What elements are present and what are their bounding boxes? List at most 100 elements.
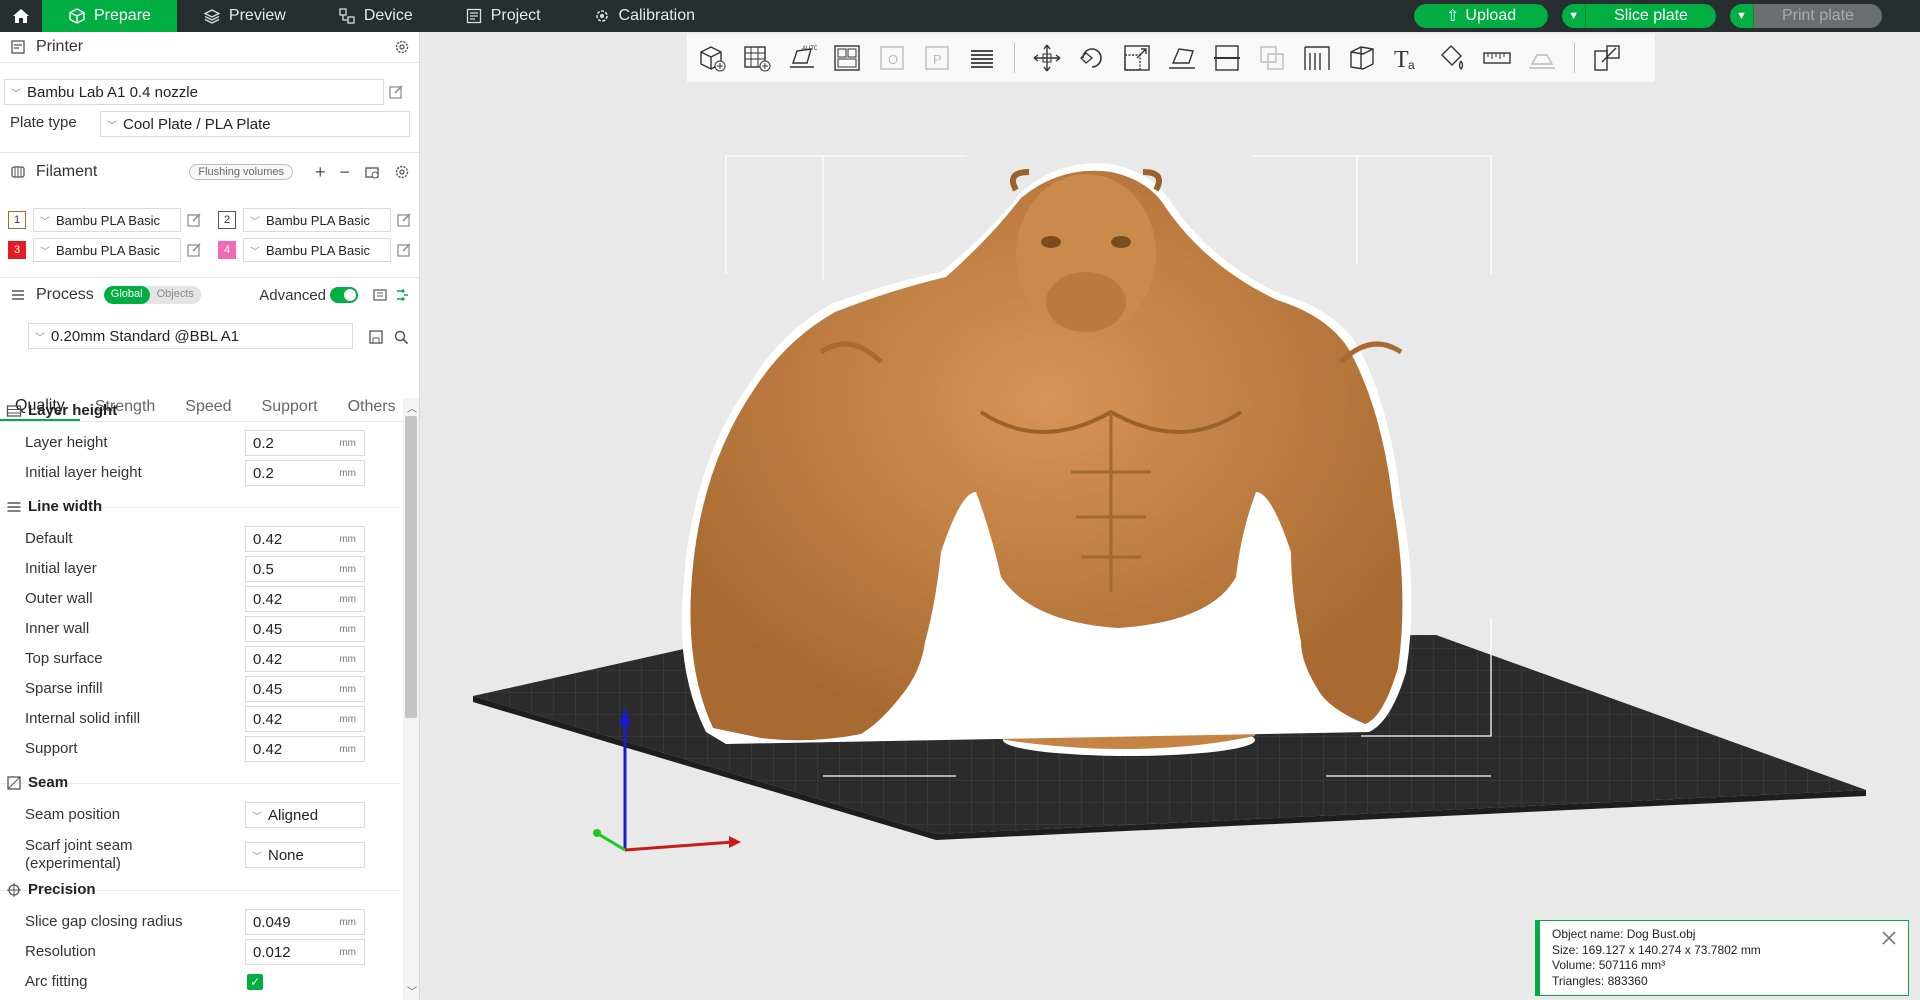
build-plate-scene[interactable] [421, 32, 1920, 1000]
sync-ams-icon[interactable] [364, 164, 380, 180]
project-icon [466, 8, 481, 24]
settings-panel: Printer ﹀ Bambu Lab A1 0.4 nozzle Plate … [0, 32, 420, 1000]
filament-color-badge-4[interactable]: 4 [218, 241, 236, 259]
plate-type-label: Plate type [10, 114, 77, 131]
chevron-down-icon: ﹀ [35, 332, 45, 344]
setting-label: (experimental) [25, 855, 121, 872]
setting-label: Seam position [25, 806, 121, 823]
object-name: Object name: Dog Bust.obj [1552, 927, 1696, 941]
support-width-input[interactable]: 0.42 mm [245, 736, 365, 762]
printer-preset-select[interactable]: ﹀ Bambu Lab A1 0.4 nozzle [4, 79, 384, 105]
tab-label: Preview [228, 7, 286, 24]
tune-icon[interactable] [394, 287, 410, 303]
layers-icon [203, 9, 221, 24]
home-button[interactable] [0, 0, 42, 32]
tab-preview[interactable]: Preview [177, 0, 312, 32]
chevron-down-icon[interactable]: ▼ [1729, 4, 1754, 28]
tab-calibration[interactable]: Calibration [567, 0, 721, 32]
group-seam[interactable]: Seam [6, 774, 68, 791]
tab-support[interactable]: Support [247, 392, 333, 421]
filament-select-4[interactable]: ﹀ Bambu PLA Basic [243, 238, 391, 262]
scarf-joint-select[interactable]: ﹀ None [245, 842, 365, 868]
initial-layer-height-input[interactable]: 0.2 mm [245, 460, 365, 486]
tab-others[interactable]: Others [333, 392, 411, 421]
settings-scrollbar[interactable]: ︿ ﹀ [403, 398, 419, 1000]
setting-label: Layer height [25, 434, 108, 451]
flushing-volumes-button[interactable]: Flushing volumes [189, 164, 293, 180]
3d-viewport[interactable]: AUTO O P Ta Object name: Dog Bust.obj Si… [421, 32, 1920, 1000]
tab-label: Calibration [618, 7, 696, 24]
sparse-infill-width-input[interactable]: 0.45 mm [245, 676, 365, 702]
filament-color-badge-2[interactable]: 2 [218, 211, 236, 229]
object-size: Size: 169.127 x 140.274 x 73.7802 mm [1552, 942, 1761, 957]
add-icon[interactable]: + [315, 162, 326, 183]
group-layer-height[interactable]: Layer height [6, 402, 117, 419]
outer-wall-width-input[interactable]: 0.42 mm [245, 586, 365, 612]
edit-icon[interactable] [396, 212, 412, 228]
setting-label: Slice gap closing radius [25, 913, 183, 930]
filament-color-badge-3[interactable]: 3 [8, 241, 26, 259]
search-icon[interactable] [393, 329, 409, 345]
plate-type-select[interactable]: ﹀ Cool Plate / PLA Plate [100, 111, 410, 137]
filament-icon [11, 166, 25, 178]
top-surface-width-input[interactable]: 0.42 mm [245, 646, 365, 672]
compare-icon[interactable] [372, 287, 388, 303]
gear-icon[interactable] [394, 164, 410, 180]
initial-layer-width-input[interactable]: 0.5 mm [245, 556, 365, 582]
upload-button[interactable]: ⇧ Upload [1414, 4, 1549, 28]
edit-icon[interactable] [186, 242, 202, 258]
chevron-down-icon: ﹀ [252, 811, 262, 823]
arc-fitting-checkbox[interactable]: ✓ [247, 974, 263, 990]
printer-preset-value: Bambu Lab A1 0.4 nozzle [27, 83, 198, 101]
process-preset-select[interactable]: ﹀ 0.20mm Standard @BBL A1 [28, 323, 353, 349]
slice-gap-closing-radius-input[interactable]: 0.049 mm [245, 909, 365, 935]
tab-prepare[interactable]: Prepare [42, 0, 177, 32]
print-plate-button[interactable]: ▼ Print plate [1729, 4, 1882, 28]
device-icon [339, 8, 355, 24]
advanced-toggle[interactable] [330, 287, 358, 303]
layer-height-input[interactable]: 0.2 mm [245, 430, 365, 456]
save-icon[interactable] [368, 329, 384, 345]
gear-icon[interactable] [394, 39, 410, 55]
inner-wall-width-input[interactable]: 0.45 mm [245, 616, 365, 642]
edit-icon[interactable] [186, 212, 202, 228]
filament-select-3[interactable]: ﹀ Bambu PLA Basic [33, 238, 181, 262]
tab-project[interactable]: Project [439, 0, 567, 32]
default-line-width-input[interactable]: 0.42 mm [245, 526, 365, 552]
setting-label: Initial layer height [25, 464, 142, 481]
filament-color-badge-1[interactable]: 1 [8, 211, 26, 229]
global-objects-toggle[interactable]: Global Objects [103, 286, 201, 304]
upload-label: Upload [1465, 7, 1517, 24]
chevron-down-icon: ﹀ [11, 88, 21, 100]
close-icon[interactable] [1878, 927, 1900, 949]
chevron-down-icon[interactable]: ▼ [1562, 4, 1587, 28]
scroll-up-icon[interactable]: ︿ [407, 400, 417, 415]
line-width-icon [7, 501, 21, 512]
group-line-width[interactable]: Line width [6, 498, 102, 515]
objects-option[interactable]: Objects [150, 286, 201, 304]
slice-plate-button[interactable]: ▼ Slice plate [1562, 4, 1716, 28]
setting-label: Inner wall [25, 620, 90, 637]
precision-icon [7, 882, 21, 897]
remove-icon[interactable]: − [339, 162, 350, 183]
internal-solid-infill-width-input[interactable]: 0.42 mm [245, 706, 365, 732]
tab-device[interactable]: Device [312, 0, 439, 32]
global-option[interactable]: Global [103, 286, 150, 304]
printer-title: Printer [36, 38, 84, 55]
tab-label: Device [363, 7, 413, 24]
resolution-input[interactable]: 0.012 mm [245, 939, 365, 965]
tab-speed[interactable]: Speed [170, 392, 246, 421]
setting-label: Initial layer [25, 560, 97, 577]
filament-select-2[interactable]: ﹀ Bambu PLA Basic [243, 208, 391, 232]
setting-label: Internal solid infill [25, 710, 141, 727]
scrollbar-thumb[interactable] [405, 416, 417, 718]
seam-position-select[interactable]: ﹀ Aligned [245, 802, 365, 828]
object-triangles: Triangles: 883360 [1552, 973, 1648, 988]
setting-label: Sparse infill [25, 680, 103, 697]
group-precision[interactable]: Precision [6, 881, 96, 898]
filament-select-1[interactable]: ﹀ Bambu PLA Basic [33, 208, 181, 232]
edit-icon[interactable] [396, 242, 412, 258]
scroll-down-icon[interactable]: ﹀ [407, 983, 417, 998]
edit-icon[interactable] [388, 84, 404, 100]
upload-icon: ⇧ [1446, 8, 1460, 25]
